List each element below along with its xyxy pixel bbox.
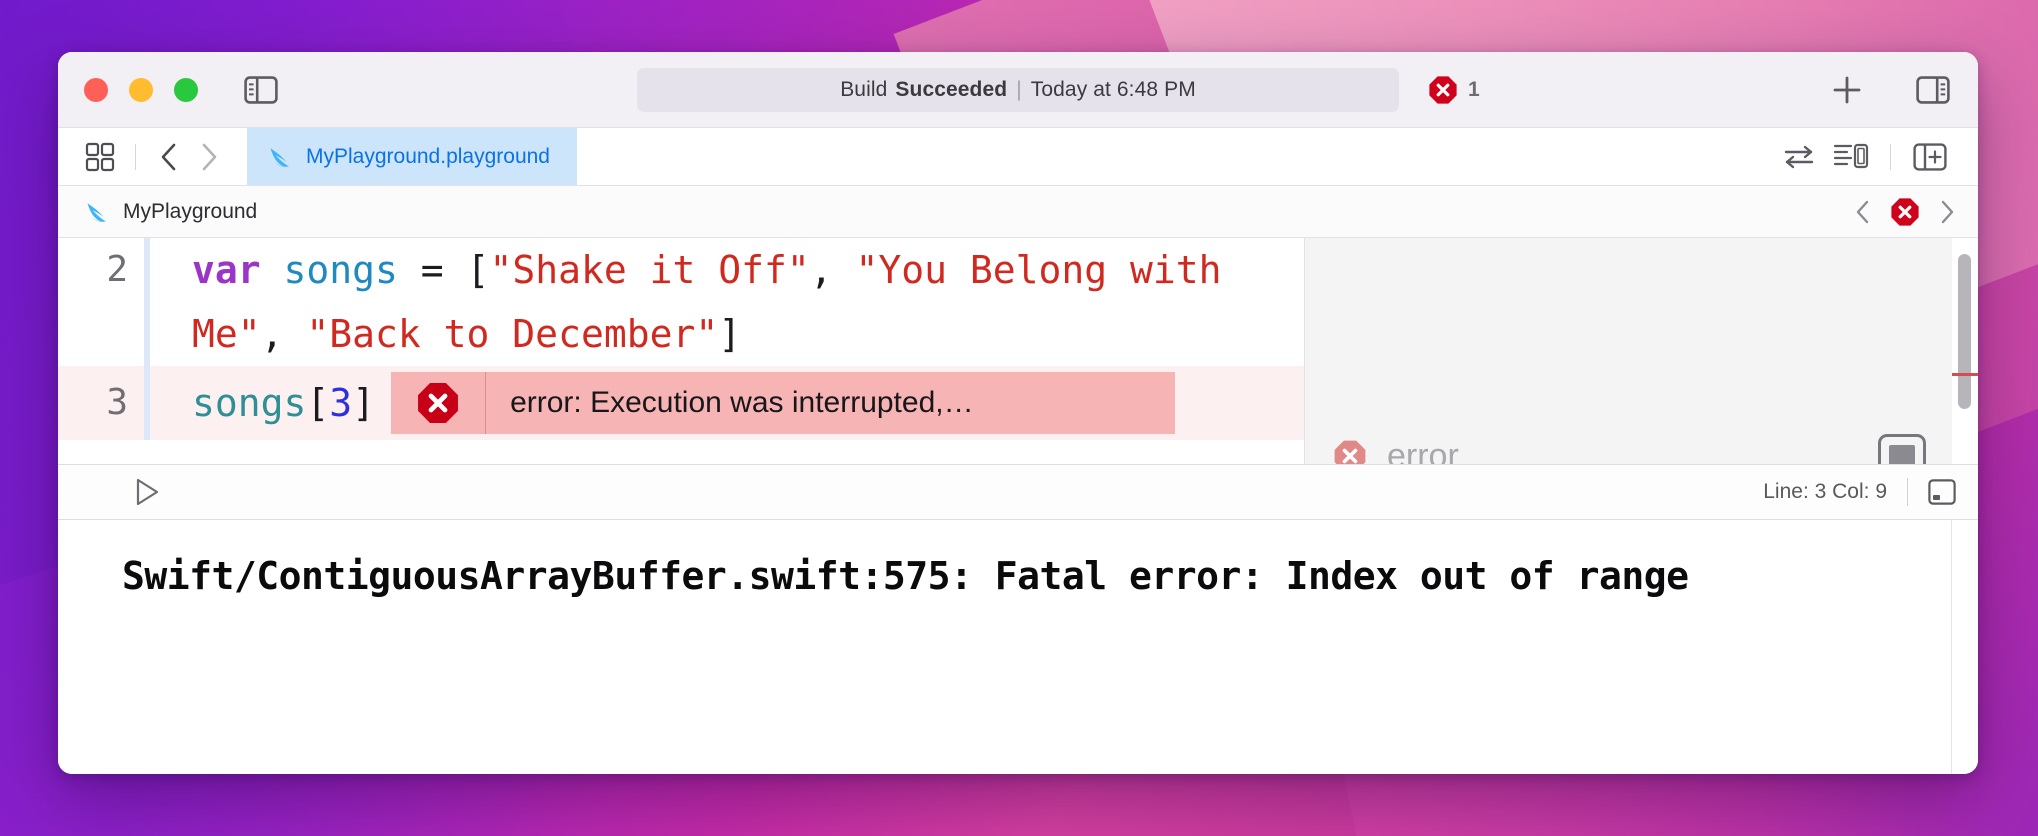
scrollbar-thumb[interactable] [1958, 254, 1971, 409]
editor-tabbar: MyPlayground.playground [58, 128, 1978, 186]
inline-error-icon-wrap [391, 381, 485, 425]
inline-error-message: error: Execution was interrupted,… [485, 372, 974, 434]
next-issue-button[interactable] [1938, 199, 1956, 225]
show-result-icon [1889, 445, 1915, 464]
swap-arrows-icon [1784, 145, 1814, 168]
console-status-bar: Line: 3 Col: 9 [58, 464, 1978, 520]
tab-label: MyPlayground.playground [306, 144, 550, 168]
error-octagon-icon [1429, 75, 1457, 104]
code-line-text: var songs = ["Shake it Off", "You Belong… [150, 238, 1304, 366]
console-scrollbar[interactable] [1951, 520, 1952, 774]
xcode-window: Build Succeeded | Today at 6:48 PM 1 MyP… [58, 52, 1978, 774]
build-status-pill[interactable]: Build Succeeded | Today at 6:48 PM [637, 67, 1399, 112]
tab-myplayground[interactable]: MyPlayground.playground [247, 128, 577, 185]
swap-assistant-button[interactable] [1773, 132, 1825, 182]
token-string: "Back to December" [306, 312, 719, 356]
swift-bird-icon [270, 147, 289, 167]
play-triangle-icon [136, 478, 159, 506]
navigator-toggle-button[interactable] [238, 67, 284, 113]
editor-options-icon [1833, 143, 1869, 168]
line-number: 2 [106, 249, 128, 290]
token-plain: ] [718, 312, 742, 356]
token-plain: ] [352, 381, 376, 425]
chevron-left-icon [1856, 200, 1869, 223]
result-row-error[interactable]: error [1305, 424, 1952, 464]
maximize-window-button[interactable] [174, 77, 198, 102]
error-count-label: 1 [1468, 77, 1480, 101]
close-window-button[interactable] [84, 77, 108, 102]
playground-editor: 2 var songs = ["Shake it Off", "You Belo… [58, 238, 1978, 464]
editor-scrollbar[interactable] [1952, 238, 1978, 464]
token-number: 3 [329, 381, 353, 425]
grid-icon [85, 142, 115, 171]
chevron-left-icon [161, 143, 176, 170]
error-count-badge[interactable]: 1 [1428, 75, 1480, 105]
token-plain: , [260, 312, 307, 356]
add-editor-icon [1913, 142, 1947, 171]
token-string: "Shake it Off" [489, 248, 810, 292]
plus-icon [1833, 76, 1861, 103]
console-bar-divider [1907, 478, 1908, 506]
navigate-back-button[interactable] [149, 135, 189, 179]
build-status-prefix: Build [840, 77, 888, 101]
show-result-button[interactable] [1878, 434, 1926, 464]
add-button[interactable] [1824, 67, 1870, 113]
token-keyword: var [192, 248, 261, 292]
results-sidebar: error [1304, 238, 1952, 464]
sidebar-left-icon [244, 75, 278, 104]
previous-issue-button[interactable] [1854, 199, 1872, 225]
token-identifier: songs [192, 381, 307, 425]
console-bar-right: Line: 3 Col: 9 [1763, 478, 1956, 506]
breadcrumb: MyPlayground [58, 186, 1978, 238]
inline-error-banner[interactable]: error: Execution was interrupted,… [391, 372, 1176, 434]
console-output-text: Swift/ContiguousArrayBuffer.swift:575: F… [122, 554, 1689, 598]
token-plain: , [809, 248, 856, 292]
chevron-right-icon [1941, 200, 1954, 223]
result-error-label: error [1387, 436, 1459, 465]
titlebar-right-controls [1824, 67, 1956, 113]
minimize-window-button[interactable] [129, 77, 153, 102]
tabbar-right-divider [1890, 143, 1891, 170]
code-line-2[interactable]: 2 var songs = ["Shake it Off", "You Belo… [58, 238, 1304, 366]
token-identifier: songs [283, 248, 398, 292]
code-line-3[interactable]: 3 songs[3] error: Execution was interrup… [58, 366, 1304, 440]
error-octagon-muted-icon [1334, 440, 1366, 464]
error-octagon-icon [1891, 197, 1919, 226]
run-playground-button[interactable] [134, 477, 160, 507]
build-status-separator: | [1016, 77, 1022, 101]
line-column-indicator: Line: 3 Col: 9 [1763, 480, 1887, 503]
console-toggle-button[interactable] [1928, 479, 1956, 505]
chevron-right-icon [202, 143, 217, 170]
code-line-text: songs[3] [150, 371, 375, 435]
tab-grid-button[interactable] [78, 135, 122, 179]
line-number: 3 [106, 382, 128, 423]
traffic-lights [84, 77, 198, 102]
swift-bird-icon [87, 202, 106, 222]
build-status-timestamp: Today at 6:48 PM [1030, 77, 1196, 101]
scrollbar-error-tick [1952, 373, 1978, 376]
editor-options-button[interactable] [1825, 132, 1877, 182]
window-titlebar: Build Succeeded | Today at 6:48 PM 1 [58, 52, 1978, 128]
issue-error-badge[interactable] [1890, 197, 1920, 227]
console-toggle-icon [1928, 479, 1956, 505]
tabbar-right-controls [1773, 128, 1978, 185]
breadcrumb-issue-nav [1854, 197, 1956, 227]
inspector-toggle-button[interactable] [1910, 67, 1956, 113]
sidebar-right-icon [1916, 75, 1950, 104]
navigate-forward-button[interactable] [189, 135, 229, 179]
breadcrumb-label: MyPlayground [123, 199, 258, 223]
tabbar-divider [135, 143, 136, 170]
source-code-area[interactable]: 2 var songs = ["Shake it Off", "You Belo… [58, 238, 1304, 464]
tabbar-left-controls [58, 128, 229, 185]
console-output-area[interactable]: Swift/ContiguousArrayBuffer.swift:575: F… [58, 520, 1978, 774]
add-editor-button[interactable] [1904, 132, 1956, 182]
token-plain: [ [306, 381, 330, 425]
token-plain: = [ [397, 248, 490, 292]
build-status-state: Succeeded [895, 77, 1008, 101]
error-octagon-icon [418, 383, 459, 423]
